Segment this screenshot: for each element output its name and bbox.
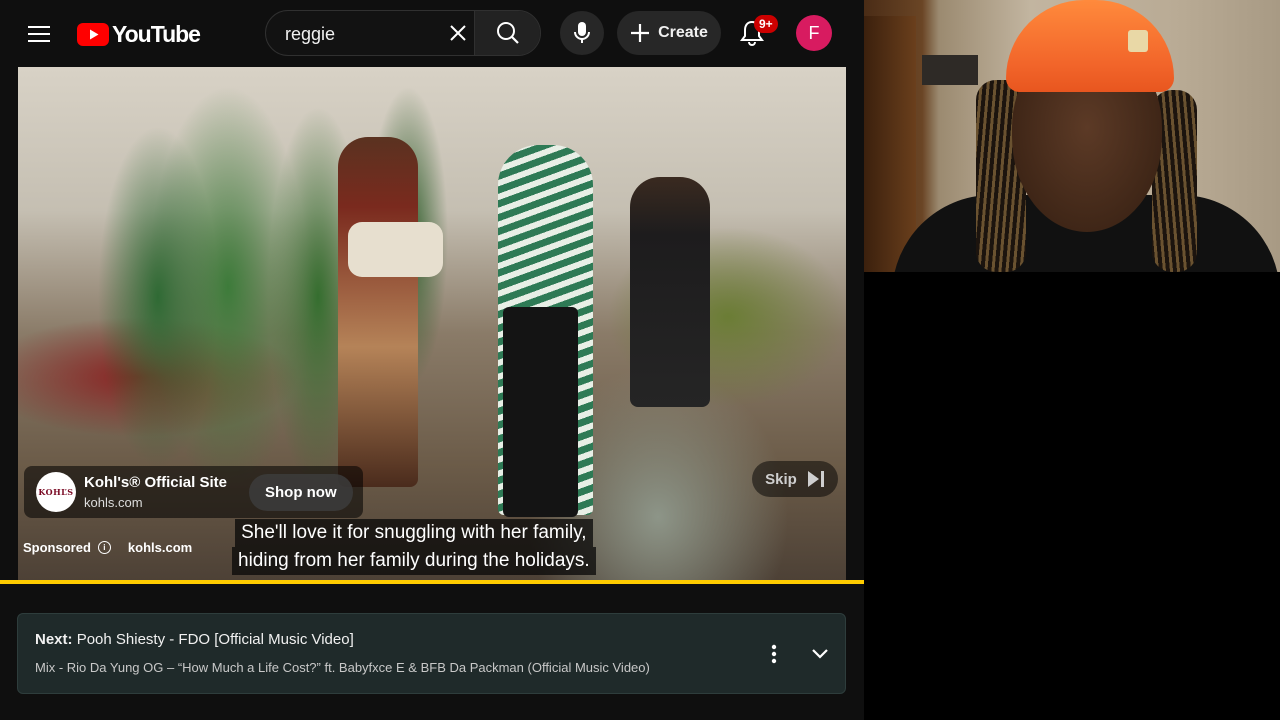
more-actions-button[interactable]	[762, 638, 786, 670]
close-icon	[450, 25, 466, 41]
video-frame-figure	[338, 137, 418, 487]
video-frame-figure	[503, 307, 578, 517]
mic-icon	[574, 22, 590, 43]
ad-domain[interactable]: kohls.com	[84, 495, 227, 510]
advertiser-logo[interactable]: KOHĽS	[36, 472, 76, 512]
chevron-down-icon	[812, 649, 828, 659]
progress-bar-fill	[0, 580, 864, 584]
voice-search-button[interactable]	[560, 11, 604, 55]
caption-window: She'll love it for snuggling with her fa…	[232, 519, 596, 575]
search-input[interactable]	[283, 22, 447, 46]
expand-button[interactable]	[804, 638, 836, 670]
clear-search-button[interactable]	[442, 17, 474, 49]
top-bar: YouTube reggie Create 9+ F	[0, 0, 864, 67]
caption-line: hiding from her family during the holida…	[232, 547, 596, 575]
webcam-background-shelf	[922, 55, 978, 85]
youtube-panel: YouTube reggie Create 9+ F KOHĽS Kohl's®…	[0, 0, 864, 720]
skip-next-icon	[807, 471, 824, 487]
search-box	[265, 10, 541, 56]
skip-ad-button[interactable]: Skip	[752, 461, 838, 497]
sponsored-row: Sponsored i kohls.com	[23, 540, 192, 555]
youtube-logo[interactable]: YouTube	[77, 20, 201, 48]
search-button[interactable]	[474, 11, 540, 55]
webcam-background-door	[864, 16, 916, 272]
create-button-label: Create	[658, 24, 708, 41]
guide-menu-button[interactable]	[19, 14, 59, 54]
plus-icon	[631, 24, 650, 42]
logo-wordmark: YouTube	[112, 20, 201, 47]
ad-footer-domain[interactable]: kohls.com	[128, 540, 192, 555]
ad-text: Kohl's® Official Site kohls.com	[84, 474, 227, 510]
account-avatar-button[interactable]: F	[796, 15, 832, 51]
screen: YouTube reggie Create 9+ F KOHĽS Kohl's®…	[0, 0, 1280, 720]
progress-bar[interactable]	[0, 580, 864, 584]
info-icon[interactable]: i	[97, 541, 111, 554]
beanie-patch	[1128, 30, 1148, 52]
skip-label: Skip	[765, 470, 797, 488]
up-next-prefix: Next:	[35, 631, 73, 648]
ad-info-card[interactable]: KOHĽS Kohl's® Official Site kohls.com Sh…	[24, 466, 363, 518]
more-vert-icon	[771, 644, 777, 664]
ad-title[interactable]: Kohl's® Official Site	[84, 474, 227, 491]
search-icon	[497, 22, 519, 44]
webcam-feed	[864, 0, 1280, 272]
up-next-title-row: Next: Pooh Shiesty - FDO [Official Music…	[35, 631, 354, 648]
up-next-playlist: Mix - Rio Da Yung OG – “How Much a Life …	[35, 660, 650, 675]
hamburger-menu-icon	[28, 26, 50, 42]
notification-count-badge: 9+	[754, 15, 778, 33]
video-frame-blanket	[348, 222, 443, 277]
caption-line: She'll love it for snuggling with her fa…	[235, 519, 593, 547]
video-frame-figure	[630, 177, 710, 407]
sponsored-label: Sponsored	[23, 540, 91, 555]
youtube-logo-icon	[77, 22, 109, 46]
up-next-title[interactable]: Pooh Shiesty - FDO [Official Music Video…	[77, 631, 354, 648]
up-next-card[interactable]: Next: Pooh Shiesty - FDO [Official Music…	[17, 613, 846, 694]
shop-now-button[interactable]: Shop now	[248, 473, 353, 511]
create-button[interactable]: Create	[617, 11, 721, 55]
webcam-person-beanie	[1006, 0, 1174, 92]
